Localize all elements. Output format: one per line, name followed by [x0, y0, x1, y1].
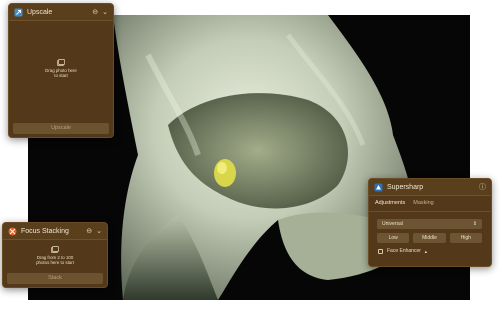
mode-select[interactable]: Universal ⇕ — [377, 219, 482, 229]
supersharp-app-icon — [374, 183, 383, 192]
upscale-drop-text-2: to start — [54, 73, 68, 79]
photos-icon — [51, 246, 59, 253]
photos-icon — [57, 59, 65, 66]
focus-stacking-drop-zone[interactable]: Drag from 2 to 100 photos here to start — [3, 246, 107, 266]
upscale-drop-zone[interactable]: Drag photo here to start — [9, 59, 113, 79]
focus-stacking-titlebar[interactable]: Focus Stacking ⊖ ⌄ — [3, 223, 107, 240]
upscale-panel: Upscale ⊖ ⌄ Drag photo here to start Ups… — [8, 3, 114, 138]
low-button[interactable]: Low — [377, 233, 410, 243]
info-icon[interactable]: ⓘ — [479, 182, 486, 192]
focus-stacking-panel: Focus Stacking ⊖ ⌄ Drag from 2 to 100 ph… — [2, 222, 108, 288]
face-enhancer-checkbox[interactable] — [378, 248, 383, 254]
high-button[interactable]: High — [449, 233, 482, 243]
middle-button[interactable]: Middle — [413, 233, 446, 243]
face-enhancer-label: Face Enhancer — [387, 248, 421, 254]
strength-segmented-control: Low Middle High — [377, 233, 482, 243]
upscale-titlebar[interactable]: Upscale ⊖ ⌄ — [9, 4, 113, 21]
face-enhancer-row[interactable]: Face Enhancer ▲ — [378, 248, 428, 254]
stack-button[interactable]: Stack — [7, 273, 103, 284]
more-icon[interactable]: ⊖ — [92, 8, 98, 16]
more-icon[interactable]: ⊖ — [86, 227, 92, 235]
upscale-app-icon — [14, 8, 23, 17]
tab-adjustments[interactable]: Adjustments — [375, 200, 405, 211]
focus-stacking-app-icon — [8, 227, 17, 236]
supersharp-title: Supersharp — [387, 183, 424, 191]
supersharp-titlebar[interactable]: Supersharp ⓘ — [369, 179, 491, 196]
focus-stacking-title: Focus Stacking — [21, 227, 69, 235]
dropdown-triangle-icon[interactable]: ▲ — [424, 249, 428, 254]
supersharp-tabs: Adjustments Masking — [369, 196, 491, 212]
chevron-updown-icon: ⇕ — [472, 221, 477, 227]
tab-masking[interactable]: Masking — [413, 200, 433, 211]
focus-drop-text-2: photos here to start — [36, 260, 74, 266]
upscale-title: Upscale — [27, 8, 53, 16]
chevron-down-icon[interactable]: ⌄ — [96, 227, 102, 235]
supersharp-panel: Supersharp ⓘ Adjustments Masking Univers… — [368, 178, 492, 267]
upscale-button[interactable]: Upscale — [13, 123, 109, 134]
mode-select-value: Universal — [382, 221, 403, 227]
chevron-down-icon[interactable]: ⌄ — [102, 8, 108, 16]
